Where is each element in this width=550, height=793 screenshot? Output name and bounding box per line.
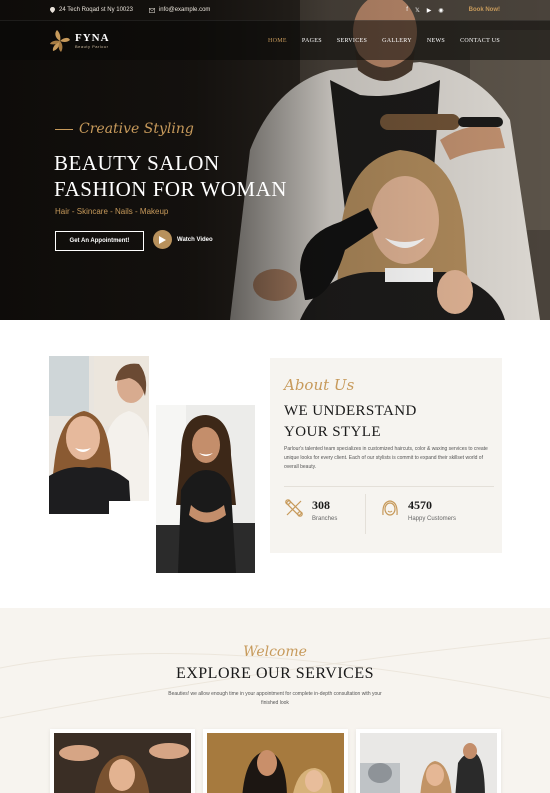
service-image xyxy=(360,733,497,793)
about-title: WE UNDERSTAND YOUR STYLE xyxy=(284,401,417,443)
services-script-heading: Welcome xyxy=(243,644,307,660)
about-title-line2: YOUR STYLE xyxy=(284,424,381,440)
stat-value: 4570 xyxy=(408,498,432,512)
woman-face-icon xyxy=(382,500,398,516)
appointment-button[interactable]: Get An Appointment! xyxy=(55,231,144,251)
service-card[interactable] xyxy=(203,729,348,793)
service-card[interactable] xyxy=(50,729,195,793)
book-now-link[interactable]: Book Now! xyxy=(469,7,500,13)
about-script-heading: About Us xyxy=(284,376,355,394)
email-item[interactable]: info@example.com xyxy=(148,7,210,13)
hero-categories: Hair - Skincare - Nails - Makeup xyxy=(55,207,169,216)
stat-branches: 308 Branches xyxy=(284,498,337,522)
youtube-icon[interactable]: ▶ xyxy=(427,7,432,14)
divider xyxy=(365,494,366,534)
flower-logo-icon xyxy=(50,29,70,52)
hero-title: BEAUTY SALON FASHION FOR WOMAN xyxy=(54,150,287,202)
instagram-icon[interactable]: ◉ xyxy=(438,7,443,14)
divider xyxy=(284,486,494,487)
hero-title-line1: BEAUTY SALON xyxy=(54,151,220,175)
social-links: f 𝕏 ▶ ◉ Book Now! xyxy=(406,7,500,14)
service-image xyxy=(207,733,344,793)
about-title-line1: WE UNDERSTAND xyxy=(284,403,417,419)
brand-tagline: Beauty Parlour xyxy=(75,44,109,49)
service-card[interactable] xyxy=(356,729,501,793)
nav-item-home[interactable]: HOME xyxy=(268,38,287,44)
location-pin-icon xyxy=(50,7,55,13)
services-section: Welcome EXPLORE OUR SERVICES Beauties! w… xyxy=(0,608,550,793)
scissors-comb-icon xyxy=(285,499,303,517)
about-photo-salon-client xyxy=(49,356,149,514)
hero-section: 24 Tech Roqad st Ny 10023 info@example.c… xyxy=(0,0,550,320)
brand-name: FYNA xyxy=(75,32,110,44)
stat-label: Branches xyxy=(312,516,338,522)
top-bar: 24 Tech Roqad st Ny 10023 info@example.c… xyxy=(0,0,550,20)
nav-item-pages[interactable]: PAGES xyxy=(302,38,322,44)
services-description: Beauties! we allow enough time in your a… xyxy=(168,691,382,706)
facebook-icon[interactable]: f xyxy=(406,7,408,13)
twitter-icon[interactable]: 𝕏 xyxy=(415,7,420,14)
about-card: About Us WE UNDERSTAND YOUR STYLE Parlou… xyxy=(270,358,502,553)
address-text: 24 Tech Roqad st Ny 10023 xyxy=(59,7,133,13)
nav-item-services[interactable]: SERVICES xyxy=(337,38,367,44)
about-description: Parlour's talented team specializes in c… xyxy=(284,446,488,470)
hero-script-text: Creative Styling xyxy=(79,121,194,137)
address-item: 24 Tech Roqad st Ny 10023 xyxy=(50,7,133,13)
logo[interactable]: FYNA Beauty Parlour xyxy=(50,29,110,52)
stat-label: Happy Customers xyxy=(408,516,457,522)
nav-item-gallery[interactable]: GALLERY xyxy=(382,38,412,44)
stat-value: 308 xyxy=(312,498,330,512)
email-link[interactable]: info@example.com xyxy=(159,7,210,13)
nav-menu: HOME PAGES SERVICES GALLERY NEWS CONTACT… xyxy=(268,38,500,44)
services-title: EXPLORE OUR SERVICES xyxy=(175,665,375,682)
nav-item-news[interactable]: NEWS xyxy=(427,38,445,44)
hero-title-line2: FASHION FOR WOMAN xyxy=(54,177,287,201)
watch-video-label: Watch Video xyxy=(177,236,213,243)
watch-video-button[interactable]: Watch Video xyxy=(153,230,213,249)
play-icon[interactable] xyxy=(153,230,172,249)
nav-item-contact[interactable]: CONTACT US xyxy=(460,38,500,44)
stat-customers: 4570 Happy Customers xyxy=(380,498,456,522)
hero-script-heading: Creative Styling xyxy=(55,121,194,137)
decor-line xyxy=(55,128,73,130)
about-photo-stylist xyxy=(156,405,255,573)
main-nav: FYNA Beauty Parlour HOME PAGES SERVICES … xyxy=(0,20,550,60)
service-image xyxy=(54,733,191,793)
mail-icon xyxy=(148,7,155,13)
